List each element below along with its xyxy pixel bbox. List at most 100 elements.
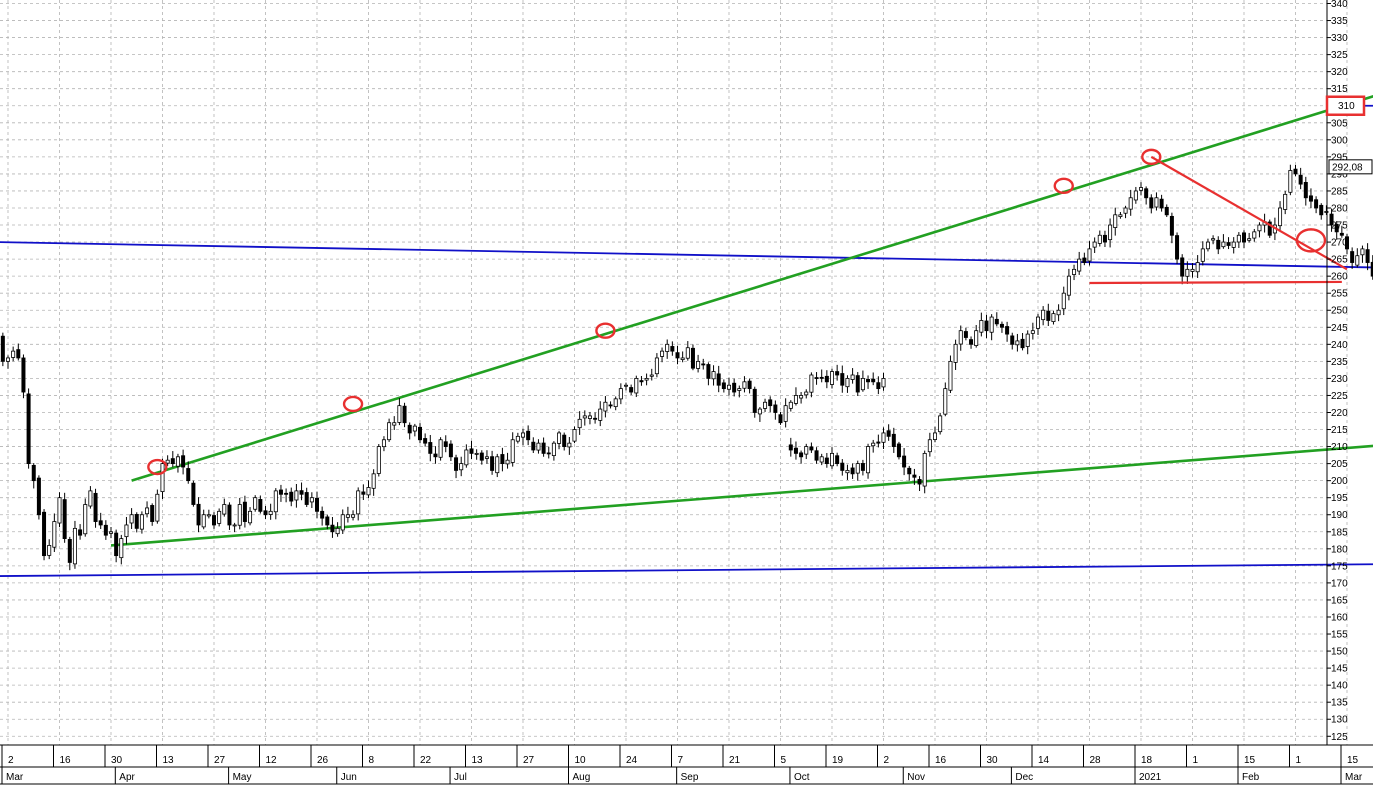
y-tick-label: 285 — [1331, 186, 1348, 197]
candle-body — [459, 463, 464, 471]
y-tick-label: 325 — [1331, 50, 1348, 61]
candle-body — [1133, 190, 1138, 201]
candle-body — [211, 515, 216, 526]
y-tick-label: 230 — [1331, 374, 1348, 385]
candle-body — [927, 439, 932, 453]
grid — [0, 0, 1348, 745]
candle-body — [608, 404, 613, 407]
candle-body — [685, 347, 690, 359]
y-tick-label: 335 — [1331, 16, 1348, 27]
candle-body — [804, 446, 809, 455]
candle-body — [495, 456, 500, 474]
candle-body — [1077, 258, 1082, 272]
candle-body — [1025, 333, 1030, 347]
candle-body — [886, 430, 891, 437]
candle-body — [510, 439, 515, 463]
candle-body — [1082, 257, 1087, 263]
candle-body — [1113, 214, 1118, 228]
candle-body — [268, 510, 273, 515]
candle-body — [1036, 316, 1041, 329]
candle-body — [1175, 235, 1180, 260]
candle-body — [680, 357, 685, 360]
candle-body — [464, 449, 469, 466]
candle-body — [866, 446, 871, 474]
candle-body — [407, 424, 412, 434]
candle-body — [840, 462, 845, 471]
candle-body — [855, 375, 860, 393]
candle-body — [670, 346, 675, 352]
candle-body — [314, 497, 319, 512]
candle-body — [891, 433, 896, 447]
candle-body — [320, 510, 325, 519]
y-tick-label: 300 — [1331, 135, 1348, 146]
candle-body — [536, 442, 541, 451]
x-tick-label: 5 — [781, 755, 787, 766]
candle-body — [1298, 174, 1303, 185]
candle-body — [67, 539, 72, 563]
y-tick-label: 165 — [1331, 595, 1348, 606]
y-tick-label: 330 — [1331, 33, 1348, 44]
candle-body — [598, 408, 603, 421]
candle-body — [984, 320, 989, 332]
candle-body — [1283, 193, 1288, 210]
x-tick-label: 14 — [1038, 755, 1050, 766]
candle-body — [917, 479, 922, 485]
candle-body — [644, 378, 649, 381]
candle-body — [860, 378, 865, 391]
candle-body — [732, 382, 737, 393]
candle-body — [83, 504, 88, 535]
x-tick-label: 13 — [472, 755, 484, 766]
candle-body — [36, 477, 41, 516]
candle-body — [505, 459, 510, 465]
candle-body — [1149, 197, 1154, 209]
candle-body — [232, 524, 237, 527]
candle-body — [953, 343, 958, 363]
candle-body — [72, 527, 77, 565]
candle-body — [1216, 239, 1221, 250]
candle-body — [999, 323, 1004, 328]
candle-body — [979, 320, 984, 333]
candle-body — [1030, 330, 1035, 334]
candle-body — [613, 398, 618, 408]
candle-body — [706, 364, 711, 379]
candle-body — [1072, 268, 1077, 275]
month-label: 2021 — [1139, 772, 1162, 783]
candle-body — [402, 405, 407, 424]
candle-body — [325, 516, 330, 526]
candle-body — [1169, 215, 1174, 236]
y-tick-label: 175 — [1331, 561, 1348, 572]
y-tick-label: 125 — [1331, 732, 1348, 743]
candle-body — [366, 487, 371, 496]
candle-body — [170, 458, 175, 465]
candle-body — [835, 371, 840, 376]
candle-body — [469, 448, 474, 454]
y-tick-label: 150 — [1331, 647, 1348, 658]
x-tick-label: 12 — [266, 755, 278, 766]
x-tick-label: 27 — [523, 755, 535, 766]
candle-body — [42, 511, 47, 557]
y-tick-label: 340 — [1331, 0, 1348, 10]
candle-body — [881, 432, 886, 443]
candle-body — [289, 491, 294, 502]
x-tick-label: 8 — [369, 755, 375, 766]
x-tick-label: 16 — [935, 755, 947, 766]
candle-body — [371, 473, 376, 489]
candle-body — [62, 499, 67, 539]
candle-body — [1211, 238, 1216, 241]
candle-body — [1097, 234, 1102, 244]
candle-body — [103, 524, 108, 536]
candle-body — [835, 455, 840, 465]
candle-body — [747, 380, 752, 390]
candle-body — [433, 453, 438, 458]
candle-body — [727, 384, 732, 390]
candle-body — [129, 514, 134, 524]
candle-body — [361, 491, 366, 495]
red-circle-marker — [342, 395, 364, 413]
candle-body — [309, 497, 314, 503]
y-tick-label: 140 — [1331, 681, 1348, 692]
candle-body — [793, 395, 798, 404]
month-label: Nov — [907, 772, 925, 783]
x-tick-label: 2 — [884, 755, 890, 766]
candle-body — [222, 504, 227, 515]
candle-body — [1061, 292, 1066, 310]
